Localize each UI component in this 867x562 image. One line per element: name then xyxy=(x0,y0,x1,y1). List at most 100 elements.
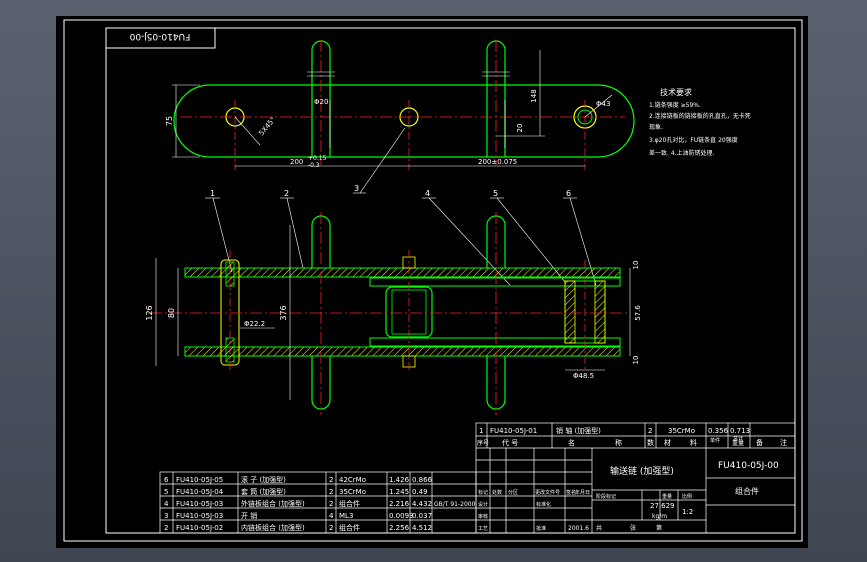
callout-4: 4 xyxy=(425,189,430,198)
dim-57: 57.6 xyxy=(634,305,642,321)
callout-5: 5 xyxy=(493,189,498,198)
label-sheet-no: 张 xyxy=(630,524,636,532)
year-value: 2001.6 xyxy=(568,525,589,532)
bom-row-name: 内链板组合 (加强型) xyxy=(241,523,305,532)
bom-row-material: 组合件 xyxy=(339,523,360,532)
product-name: 输送链 (加强型) xyxy=(610,465,674,477)
bom-upper-code: FU410-05J-01 xyxy=(490,427,537,435)
bom-upper-seq: 1 xyxy=(479,427,483,435)
tech-requirements-title: 技术要求 xyxy=(660,87,692,97)
bom-header-unit: 单件 xyxy=(710,437,720,444)
top-view: 75 Φ20 148 20 Φ43 5X45° 200 +0.15 -0.3 2… xyxy=(165,40,635,170)
bom-upper-qty: 2 xyxy=(648,427,652,435)
bom-row-code: FU410-05J-02 xyxy=(176,524,223,532)
bom-upper-unit-weight: 0.356 xyxy=(708,427,729,435)
label-zone: 分区 xyxy=(508,489,518,496)
bom-row-material: 组合件 xyxy=(339,499,360,508)
label-date: 年月日 xyxy=(575,489,590,496)
bom-row-material: ML3 xyxy=(339,512,353,520)
dim-75: 75 xyxy=(165,116,174,126)
label-approve: 批准 xyxy=(536,525,546,532)
bom-row-seq: 4 xyxy=(164,500,169,508)
tech-requirements: 技术要求 1.链条强度 ≥59%. 2.连接链板的链接板的孔直孔，无卡死 现象.… xyxy=(649,87,751,157)
bom-row-code: FU410-05J-05 xyxy=(176,476,223,484)
bom-upper-total-weight: 0.713 xyxy=(730,427,750,435)
cad-viewport[interactable]: FU410-05J-00 75 Φ20 148 20 Φ43 5X45° 200… xyxy=(56,16,808,548)
dim-chamfer: 5X45° xyxy=(257,116,277,138)
drawing-number-box-text: FU410-05J-00 xyxy=(129,31,190,41)
bom-row-qty: 2 xyxy=(329,500,333,508)
bom-header-remark-1: 备 xyxy=(756,438,763,447)
bom-row-unit-weight: 1.245 xyxy=(389,488,409,496)
outer-frame xyxy=(63,19,803,542)
bom-row-total-weight: 0.037 xyxy=(412,512,432,520)
label-count: 处数 xyxy=(492,489,502,496)
label-sheet-total: 共 xyxy=(596,524,602,532)
dim-phi22: Φ22.2 xyxy=(244,320,265,328)
bom-upper-name: 销 轴 (加强型) xyxy=(556,426,601,435)
bom-upper: 1 FU410-05J-01 销 轴 (加强型) 2 35CrMo 0.356 … xyxy=(477,426,787,447)
title-block xyxy=(475,422,796,534)
bom-header-material-1: 材 xyxy=(664,438,671,447)
dim-148: 148 xyxy=(530,89,538,102)
bom-row-seq: 5 xyxy=(164,488,168,496)
dim-phi20: Φ20 xyxy=(314,98,328,106)
label-weight: 重量 xyxy=(662,493,672,500)
bom-row-seq: 2 xyxy=(164,524,168,532)
bom-row-name: 套 筒 (加强型) xyxy=(241,487,286,496)
label-process: 工艺 xyxy=(478,526,488,532)
bom-header-qty: 数 xyxy=(647,438,654,447)
callout-1: 1 xyxy=(210,189,215,198)
outer-plate-bottom xyxy=(184,346,621,357)
bom-lower: 6 FU410-05J-05 滚 子 (加强型) 2 42CrMo 1.426 … xyxy=(164,475,476,532)
label-check: 审核 xyxy=(478,513,488,520)
drawing-sheet: FU410-05J-00 75 Φ20 148 20 Φ43 5X45° 200… xyxy=(63,19,803,542)
bom-header-total: 总计 xyxy=(733,435,743,442)
tech-line-1: 1.链条强度 ≥59%. xyxy=(649,101,701,109)
label-change-doc: 更改文件号 xyxy=(535,489,560,496)
callout-3: 3 xyxy=(354,184,359,193)
bom-header-remark-2: 注 xyxy=(780,438,787,447)
part-callouts: 1 2 3 4 5 6 xyxy=(205,127,597,286)
bom-row-total-weight: 0.49 xyxy=(412,488,428,496)
bom-row-unit-weight: 1.426 xyxy=(389,476,410,484)
assembly-label: 组合件 xyxy=(735,486,759,496)
front-view: 126 80 376 Φ22.2 10 57.6 10 Φ48.5 xyxy=(145,212,642,415)
bom-row-name: 滚 子 (加强型) xyxy=(241,475,286,484)
scale-value: 1:2 xyxy=(682,508,693,516)
bom-row-qty: 4 xyxy=(329,512,334,520)
bom-row-material: 35CrMo xyxy=(339,488,366,496)
tech-line-4: 3.φ20孔对比，FU链条直 20强度 xyxy=(649,136,738,144)
bom-row-code: FU410-05J-03 xyxy=(176,512,223,520)
bom-row-total-weight: 4.512 xyxy=(412,524,432,532)
weight-value: 27.629 xyxy=(650,502,675,510)
bom-row-unit-weight: 0.0093 xyxy=(389,512,414,520)
weight-unit: kg/m xyxy=(652,513,667,520)
label-standardization: 标准化 xyxy=(536,501,551,508)
dim-phi43: Φ43 xyxy=(596,100,610,108)
tech-line-3: 现象. xyxy=(649,123,663,131)
bom-row-qty: 2 xyxy=(329,476,333,484)
dim-20: 20 xyxy=(516,124,524,133)
bom-standard-note: GB/T 91-2000 xyxy=(434,501,476,508)
callout-6: 6 xyxy=(566,189,571,198)
dim-pitch-right: 200±0.075 xyxy=(478,158,517,166)
label-scale: 比例 xyxy=(682,493,692,500)
label-sheet-of: 第 xyxy=(656,524,662,532)
tech-line-5: 差一致. 4.上油防锈处理. xyxy=(649,149,715,157)
bom-row-code: FU410-05J-04 xyxy=(176,488,224,496)
bom-row-code: FU410-05J-03 xyxy=(176,500,223,508)
bom-header-code: 代 号 xyxy=(502,438,518,447)
bom-row-unit-weight: 2.256 xyxy=(389,524,410,532)
inner-plate-top xyxy=(369,277,621,287)
dim-pitch-left-upper: +0.15 xyxy=(308,155,327,162)
bom-row-qty: 2 xyxy=(329,488,333,496)
dim-80: 80 xyxy=(167,308,176,318)
dim-126: 126 xyxy=(145,305,154,320)
bom-row-material: 42CrMo xyxy=(339,476,366,484)
bom-header-name-1: 名 xyxy=(568,438,575,447)
dim-10-bottom: 10 xyxy=(632,356,640,365)
bom-header-material-2: 料 xyxy=(690,438,697,447)
bom-header-name-2: 称 xyxy=(615,438,622,447)
dim-pitch-left-lower: -0.3 xyxy=(308,162,320,169)
